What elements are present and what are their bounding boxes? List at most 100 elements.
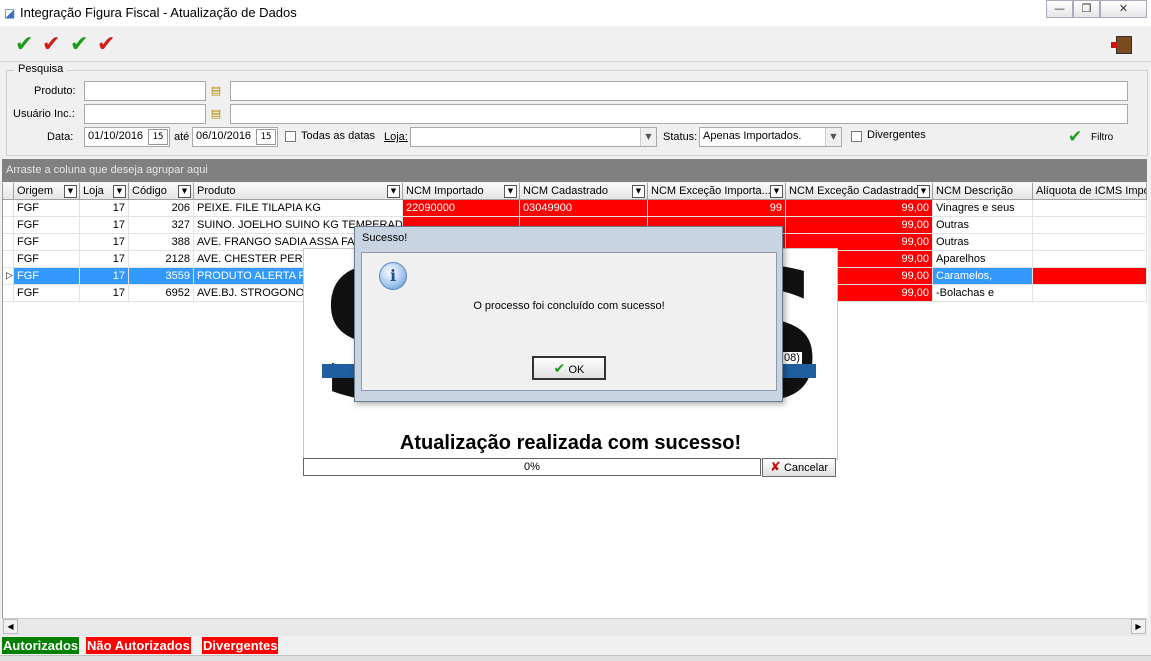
row-indicator-arrow-icon: ▷	[3, 268, 14, 285]
cell-ncm-descricao: Vinagres e seus	[933, 200, 1033, 217]
filter-dropdown-icon[interactable]: ▼	[632, 185, 645, 198]
close-button[interactable]: ✕	[1100, 0, 1147, 18]
produto-description-input[interactable]	[230, 81, 1128, 101]
usuario-label: Usuário Inc.:	[13, 108, 75, 120]
info-icon: i	[379, 262, 407, 290]
loja-select[interactable]: ▼	[410, 127, 657, 147]
cell-codigo: 3559	[129, 268, 194, 285]
status-value: Apenas Importados.	[703, 130, 802, 142]
cell-origem: FGF	[14, 285, 80, 302]
reject-all-icon[interactable]: ✔	[42, 34, 60, 56]
cell-origem: FGF	[14, 217, 80, 234]
approve-selected-icon[interactable]: ✔	[70, 34, 88, 56]
cell-aliquota	[1033, 200, 1147, 217]
cell-ncm-descricao: Aparelhos	[933, 251, 1033, 268]
scroll-left-icon[interactable]: ◀	[3, 619, 18, 634]
status-bar	[0, 655, 1151, 661]
column-header-ncm-cadastrado[interactable]: NCM Cadastrado ▼	[520, 183, 648, 200]
produto-lookup-icon[interactable]: ▤	[208, 83, 224, 99]
cell-ncm-descricao: Outras	[933, 217, 1033, 234]
horizontal-scrollbar[interactable]	[2, 618, 1147, 636]
data-label: Data:	[47, 131, 74, 143]
progress-bar: 0%	[303, 458, 761, 476]
filter-dropdown-icon[interactable]: ▼	[178, 185, 191, 198]
ate-label: até	[174, 131, 190, 143]
cell-origem: FGF	[14, 234, 80, 251]
column-header-ncm-excecao-cadastrado[interactable]: NCM Exceção Cadastrado ▼	[786, 183, 933, 200]
usuario-lookup-icon[interactable]: ▤	[208, 106, 224, 122]
filtro-label: Filtro	[1091, 132, 1114, 143]
status-dropdown-icon[interactable]: ▼	[825, 128, 841, 146]
legend-autorizados: Autorizados	[2, 637, 80, 654]
row-indicator	[3, 251, 14, 268]
ok-button[interactable]: ✔ OK	[532, 356, 606, 380]
column-header-loja[interactable]: Loja ▼	[80, 183, 129, 200]
filter-dropdown-icon[interactable]: ▼	[113, 185, 126, 198]
approve-all-icon[interactable]: ✔	[15, 34, 33, 56]
cell-codigo: 206	[129, 200, 194, 217]
cell-ncm-importado: 22090000	[403, 200, 520, 217]
column-header-aliquota-icms[interactable]: Alíquota de ICMS Impo	[1033, 183, 1147, 200]
usuario-description-input[interactable]	[230, 104, 1128, 124]
filter-dropdown-icon[interactable]: ▼	[917, 185, 930, 198]
status-select[interactable]: Apenas Importados. ▼	[699, 127, 842, 147]
cell-loja: 17	[80, 268, 129, 285]
usuario-code-input[interactable]	[84, 104, 206, 124]
cell-ncm-descricao: Outras	[933, 234, 1033, 251]
app-icon: ◪	[4, 6, 16, 20]
cancel-x-icon: ✘	[770, 460, 781, 475]
cell-origem: FGF	[14, 268, 80, 285]
cell-ncm-cadastrado: 03049900	[520, 200, 648, 217]
reject-selected-icon[interactable]: ✔	[97, 34, 115, 56]
todas-datas-checkbox[interactable]	[285, 131, 296, 142]
filter-dropdown-icon[interactable]: ▼	[387, 185, 400, 198]
column-label: NCM Exceção Cadastrado	[789, 185, 920, 197]
divergentes-checkbox[interactable]	[851, 131, 862, 142]
column-label: Loja	[83, 185, 104, 197]
cancel-label: Cancelar	[783, 462, 828, 474]
produto-label: Produto:	[34, 85, 76, 97]
cell-origem: FGF	[14, 251, 80, 268]
filter-dropdown-icon[interactable]: ▼	[64, 185, 77, 198]
column-label: NCM Cadastrado	[523, 185, 608, 197]
cell-codigo: 2128	[129, 251, 194, 268]
scroll-right-icon[interactable]: ▶	[1131, 619, 1146, 634]
cancel-button[interactable]: ✘ Cancelar	[762, 458, 836, 477]
toolbar	[0, 27, 1151, 62]
cell-loja: 17	[80, 200, 129, 217]
restore-button[interactable]: ❐	[1073, 0, 1100, 18]
cell-ncm-excecao-importado: 99	[648, 200, 786, 217]
door-exit-icon[interactable]	[1111, 36, 1132, 54]
cell-aliquota	[1033, 251, 1147, 268]
column-label: NCM Descrição	[936, 185, 1014, 197]
date-from-calendar-icon[interactable]: 15	[148, 129, 168, 145]
column-label: NCM Importado	[406, 185, 484, 197]
cell-loja: 17	[80, 217, 129, 234]
filter-dropdown-icon[interactable]: ▼	[504, 185, 517, 198]
minimize-button[interactable]: —	[1046, 0, 1073, 18]
cell-produto: PEIXE. FILE TILAPIA KG	[194, 200, 403, 217]
column-header-origem[interactable]: Origem ▼	[14, 183, 80, 200]
column-header-ncm-excecao-importado[interactable]: NCM Exceção Importa... ▼	[648, 183, 786, 200]
legend-nao-autorizados: Não Autorizados	[86, 637, 191, 654]
column-header-ncm-descricao[interactable]: NCM Descrição	[933, 183, 1033, 200]
column-header-codigo[interactable]: Código ▼	[129, 183, 194, 200]
column-header-produto[interactable]: Produto ▼	[194, 183, 403, 200]
row-indicator-header	[3, 183, 14, 200]
filter-dropdown-icon[interactable]: ▼	[770, 185, 783, 198]
group-by-bar[interactable]: Arraste a coluna que deseja agrupar aqui	[2, 159, 1147, 182]
cell-aliquota	[1033, 234, 1147, 251]
cell-codigo: 6952	[129, 285, 194, 302]
filtro-button[interactable]: ✔ Filtro	[1068, 128, 1118, 148]
loja-dropdown-icon[interactable]: ▼	[640, 128, 656, 146]
cell-aliquota	[1033, 285, 1147, 302]
row-indicator	[3, 285, 14, 302]
produto-code-input[interactable]	[84, 81, 206, 101]
column-header-ncm-importado[interactable]: NCM Importado ▼	[403, 183, 520, 200]
cell-loja: 17	[80, 285, 129, 302]
cell-loja: 17	[80, 234, 129, 251]
column-label: Código	[132, 185, 167, 197]
cell-codigo: 388	[129, 234, 194, 251]
date-to-calendar-icon[interactable]: 15	[256, 129, 276, 145]
column-label: NCM Exceção Importa...	[651, 185, 771, 197]
